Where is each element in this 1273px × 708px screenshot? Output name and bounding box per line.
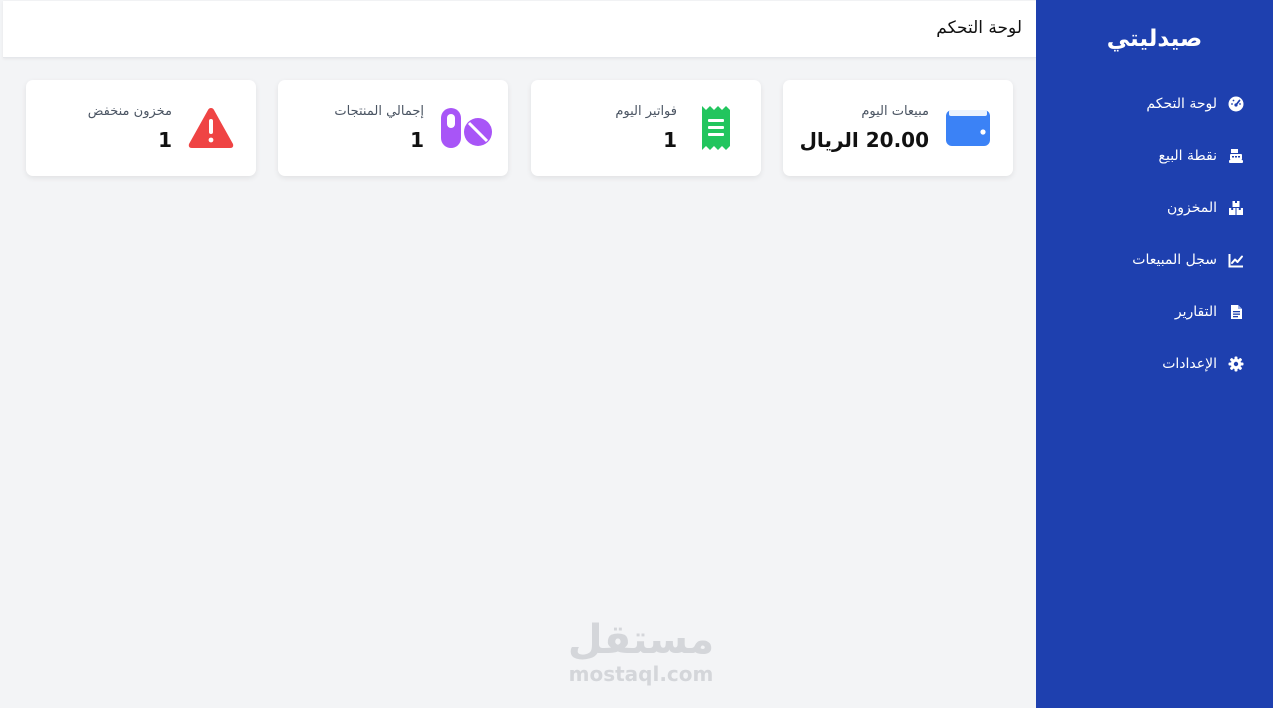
watermark-logo: مستقل mostaql.com xyxy=(561,618,721,686)
page-title: لوحة التحكم xyxy=(936,18,1022,38)
brand-title: صيدليتي xyxy=(1106,26,1203,52)
sidebar-item-reports[interactable]: التقارير xyxy=(1036,286,1273,338)
sidebar: صيدليتي لوحة التحكم نقطة البيع المخزون س… xyxy=(1036,0,1273,708)
chart-line-icon xyxy=(1227,251,1245,269)
sidebar-item-label: سجل المبيعات xyxy=(1132,252,1217,268)
watermark-url: mostaql.com xyxy=(568,662,714,686)
sidebar-item-sales-log[interactable]: سجل المبيعات xyxy=(1036,234,1273,286)
sidebar-item-label: نقطة البيع xyxy=(1158,148,1217,164)
sidebar-item-inventory[interactable]: المخزون xyxy=(1036,182,1273,234)
pills-icon xyxy=(440,106,492,150)
card-value: 1 xyxy=(663,128,677,152)
card-label: مبيعات اليوم xyxy=(861,104,929,119)
card-label: إجمالي المنتجات xyxy=(334,104,424,119)
card-today-invoices: فواتير اليوم 1 xyxy=(531,80,761,176)
dashboard-gauge-icon xyxy=(1227,95,1245,113)
warning-triangle-icon xyxy=(188,106,234,150)
watermark-arabic: مستقل xyxy=(567,617,715,663)
sidebar-item-label: الإعدادات xyxy=(1162,356,1217,372)
sidebar-item-pos[interactable]: نقطة البيع xyxy=(1036,130,1273,182)
boxes-icon xyxy=(1227,199,1245,217)
wallet-icon xyxy=(945,106,991,150)
card-today-sales: مبيعات اليوم 20.00 الريال xyxy=(783,80,1013,176)
card-total-products: إجمالي المنتجات 1 xyxy=(278,80,508,176)
sidebar-nav: لوحة التحكم نقطة البيع المخزون سجل المبي… xyxy=(1036,78,1273,390)
sidebar-item-dashboard[interactable]: لوحة التحكم xyxy=(1036,78,1273,130)
receipt-icon xyxy=(693,106,739,150)
sidebar-item-label: التقارير xyxy=(1174,304,1217,320)
card-value: 20.00 الريال xyxy=(799,128,929,152)
gear-icon xyxy=(1227,355,1245,373)
card-low-stock: مخزون منخفض 1 xyxy=(26,80,256,176)
card-label: مخزون منخفض xyxy=(87,104,172,119)
card-value: 1 xyxy=(158,128,172,152)
sidebar-item-settings[interactable]: الإعدادات xyxy=(1036,338,1273,390)
cash-register-icon xyxy=(1227,147,1245,165)
card-label: فواتير اليوم xyxy=(615,104,677,119)
file-report-icon xyxy=(1227,303,1245,321)
sidebar-item-label: لوحة التحكم xyxy=(1146,96,1217,112)
top-bar: لوحة التحكم xyxy=(3,1,1036,58)
main-area: لوحة التحكم مبيعات اليوم 20.00 الريال فو… xyxy=(3,0,1036,708)
card-value: 1 xyxy=(410,128,424,152)
sidebar-item-label: المخزون xyxy=(1166,200,1217,216)
